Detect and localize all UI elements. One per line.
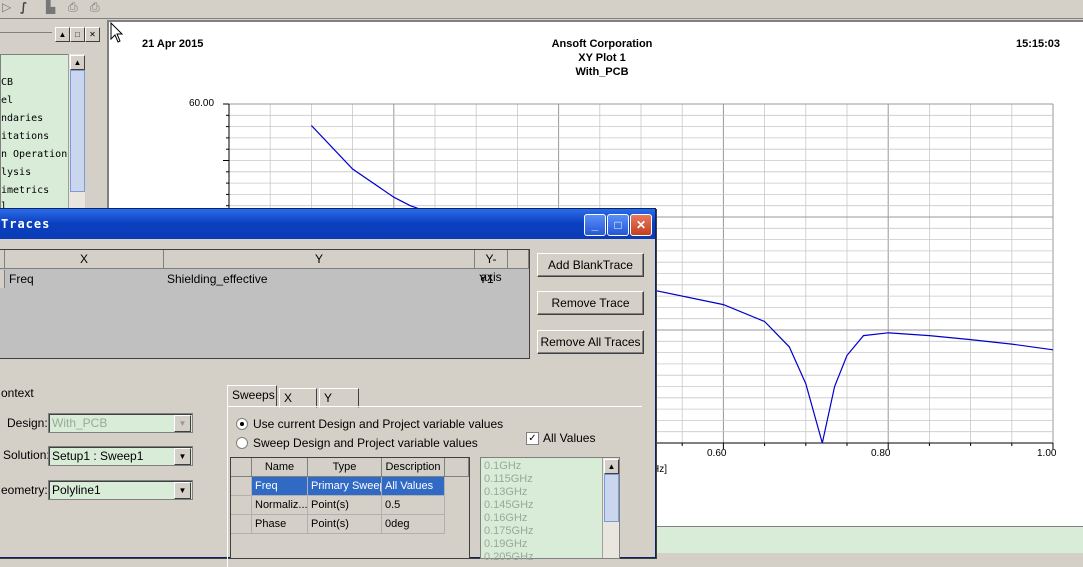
geometry-value: Polyline1 (52, 483, 101, 497)
table-cell-description[interactable]: All Values (382, 477, 445, 496)
values-scrollbar[interactable]: ▲ (602, 458, 619, 558)
table-cell-name[interactable]: Normaliz... (252, 496, 308, 515)
chevron-down-icon[interactable]: ▼ (174, 482, 191, 499)
tab-sweeps[interactable]: Sweeps (227, 385, 277, 407)
chevron-down-icon[interactable]: ▼ (174, 415, 191, 432)
x-tick-label: 0.60 (707, 448, 727, 459)
column-header-filler (445, 458, 469, 477)
column-header-description[interactable]: Description (382, 458, 445, 477)
table-cell-type[interactable]: Point(s) (308, 515, 382, 534)
grid-header-filler (508, 250, 529, 269)
chevron-down-icon[interactable]: ▼ (174, 448, 191, 465)
tab-x[interactable]: X (279, 388, 317, 408)
all-values-checkbox[interactable]: ✓ (526, 432, 539, 445)
remove-all-traces-button[interactable]: Remove All Traces (537, 330, 644, 354)
trace-y-cell[interactable]: Shielding_effective (167, 272, 268, 286)
design-select[interactable]: With_PCB ▼ (48, 413, 193, 433)
y-tick-label: 60.00 (189, 98, 215, 109)
close-icon[interactable]: ✕ (630, 214, 652, 236)
design-label: Design: (7, 416, 48, 430)
list-item[interactable]: 0.175GHz (484, 525, 534, 537)
row-header[interactable] (231, 496, 252, 515)
table-cell-description[interactable]: 0deg (382, 515, 445, 534)
trace-x-cell[interactable]: Freq (9, 272, 34, 286)
minimize-icon[interactable]: _ (584, 214, 606, 236)
geometry-select[interactable]: Polyline1 ▼ (48, 480, 193, 500)
sweep-variables-table[interactable]: Name Type Description Freq Primary Sweep… (230, 457, 470, 559)
traces-dialog: Traces _ □ ✕ X Y Y-axis Freq Shielding_e… (0, 208, 656, 567)
table-cell-type[interactable]: Primary Sweep (308, 477, 382, 496)
sweep-values-radio[interactable] (236, 437, 248, 449)
grid-header-x[interactable]: X (5, 250, 164, 269)
tab-y[interactable]: Y (319, 388, 359, 408)
list-item[interactable]: 0.19GHz (484, 538, 527, 550)
table-cell-type[interactable]: Point(s) (308, 496, 382, 515)
add-blank-trace-button[interactable]: Add BlankTrace (537, 253, 644, 277)
sweep-values-list[interactable]: 0.1GHz 0.115GHz 0.13GHz 0.145GHz 0.16GHz… (480, 457, 620, 563)
traces-grid[interactable]: X Y Y-axis Freq Shielding_effective Y1 (0, 249, 530, 359)
geometry-label: eometry: (1, 483, 48, 497)
list-item[interactable]: 0.205GHz (484, 551, 534, 563)
scroll-thumb[interactable] (604, 474, 619, 522)
table-corner-header (231, 458, 252, 477)
list-item[interactable]: 0.1GHz (484, 460, 521, 472)
mouse-cursor-icon (110, 22, 124, 43)
solution-select[interactable]: Setup1 : Sweep1 ▼ (48, 446, 193, 466)
table-cell-name[interactable]: Phase (252, 515, 308, 534)
dialog-title: Traces (1, 217, 51, 231)
grid-row-header[interactable] (0, 270, 5, 288)
row-header[interactable] (231, 515, 252, 534)
table-cell-name[interactable]: Freq (252, 477, 308, 496)
table-cell-description[interactable]: 0.5 (382, 496, 445, 515)
list-item[interactable]: 0.16GHz (484, 512, 527, 524)
trace-yaxis-cell[interactable]: Y1 (479, 272, 494, 286)
grid-header-yaxis[interactable]: Y-axis (475, 250, 508, 284)
list-item[interactable]: 0.115GHz (484, 473, 533, 485)
sweep-values-label: Sweep Design and Project variable values (253, 436, 478, 450)
dialog-titlebar[interactable]: Traces _ □ ✕ (0, 209, 655, 239)
scroll-up-button[interactable]: ▲ (604, 459, 619, 474)
x-tick-label: 0.80 (871, 448, 891, 459)
x-tick-label: 1.00 (1037, 448, 1057, 459)
list-item[interactable]: 0.145GHz (484, 499, 534, 511)
column-header-type[interactable]: Type (308, 458, 382, 477)
maximize-icon[interactable]: □ (607, 214, 629, 236)
solution-value: Setup1 : Sweep1 (52, 449, 144, 463)
remove-trace-button[interactable]: Remove Trace (537, 291, 644, 315)
list-item[interactable]: 0.13GHz (484, 486, 527, 498)
all-values-label: All Values (543, 431, 596, 445)
context-group-label: ontext (1, 386, 34, 400)
use-current-values-radio[interactable] (236, 418, 248, 430)
design-value: With_PCB (52, 416, 108, 430)
row-header[interactable] (231, 477, 252, 496)
column-header-name[interactable]: Name (252, 458, 308, 477)
grid-header-y[interactable]: Y (164, 250, 475, 269)
use-current-values-label: Use current Design and Project variable … (253, 417, 504, 431)
solution-label: Solution: (3, 448, 50, 462)
